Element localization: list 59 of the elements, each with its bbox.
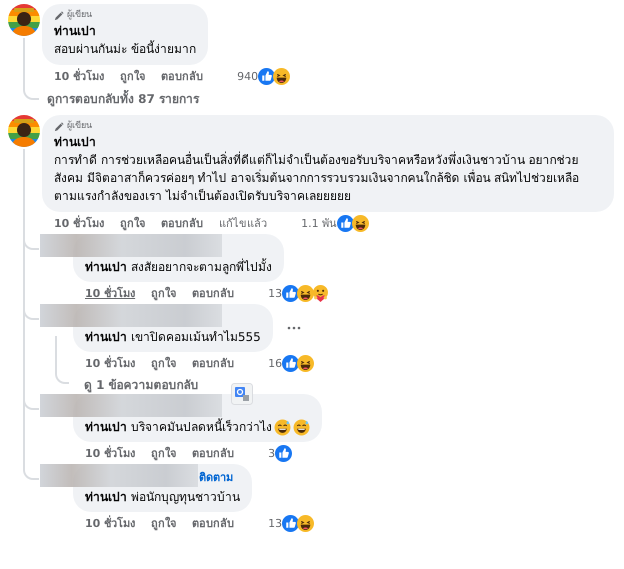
reaction-count[interactable]: 940: [237, 70, 258, 82]
comment-text: การทำดี การช่วยเหลือคนอื่นเป็นสิ่งที่ดีแต่ก็ไม่จำเป็นต้องขอรับบริจาคหรือหวังพึ่งเงินชาวบ้าน อยากช่วยสังคม มีจิตอาสาก็ควรค่อยๆ ทำไป อาจเริ่มต้นจากการรวบรวมเงินจากคนใกล้ชิด เพื่อน สนิทไปช่วยเหลือตามแรงกำลังของเรา ไม่จำเป็นต้องเปิดรับบริจาคเลยยยยย: [54, 151, 580, 205]
view-replies-link[interactable]: ดูการตอบกลับทั้ง 87 รายการ: [47, 88, 200, 108]
reaction-count[interactable]: 16: [268, 356, 282, 370]
reply-link[interactable]: ตอบกลับ: [192, 444, 234, 462]
reply-link[interactable]: ตอบกลับ: [161, 214, 204, 232]
laughing-face-icon: [297, 284, 314, 302]
more-options-icon[interactable]: [286, 326, 301, 330]
timestamp-link[interactable]: 10 ชั่วโมง: [85, 284, 136, 302]
like-link[interactable]: ถูกใจ: [120, 214, 146, 232]
comment-text: สอบผ่านกันม่ะ ข้อนี้ง่ายมาก: [54, 40, 196, 58]
laughing-face-icon: [352, 214, 370, 232]
laughing-face-icon: [297, 354, 314, 372]
thumbs-up-icon: [275, 444, 292, 462]
pencil-icon: [54, 122, 64, 132]
pencil-icon: [54, 10, 64, 20]
sweat-smile-icon: [274, 418, 291, 436]
sweat-smile-icon: [292, 418, 310, 436]
reply-link[interactable]: ตอบกลับ: [161, 67, 204, 85]
thread-connector: [55, 336, 69, 384]
author-label: ผู้เขียน: [67, 120, 92, 133]
author-label: ผู้เขียน: [67, 9, 92, 22]
like-link[interactable]: ถูกใจ: [151, 514, 176, 532]
reaction-count[interactable]: 3: [268, 446, 276, 460]
thumbs-up-icon: [337, 214, 354, 232]
reaction-count[interactable]: 13: [268, 286, 282, 300]
reply-link[interactable]: ตอบกลับ: [192, 284, 234, 302]
laughing-face-icon: [297, 514, 314, 532]
like-link[interactable]: ถูกใจ: [151, 354, 176, 372]
reply-link[interactable]: ตอบกลับ: [192, 354, 234, 372]
author-name[interactable]: ท่านเปา: [54, 133, 602, 151]
hugging-face-icon: [312, 284, 330, 302]
comment-text: ท่านเปา เขาปิดคอมเม้นทำไม555: [85, 329, 261, 346]
thumbs-up-icon: [282, 284, 300, 302]
avatar[interactable]: [8, 4, 40, 36]
reply-link[interactable]: ตอบกลับ: [192, 514, 234, 532]
author-name[interactable]: ท่านเปา: [54, 22, 196, 40]
like-link[interactable]: ถูกใจ: [120, 67, 146, 85]
timestamp-link[interactable]: 10 ชั่วโมง: [85, 444, 136, 462]
comment-text: ท่านเปา พ่อนักบุญทุนชาวบ้าน: [85, 489, 240, 506]
like-link[interactable]: ถูกใจ: [151, 284, 176, 302]
comment-text: ท่านเปา บริจาคมันปลดหนี้เร็วกว่าไง: [85, 418, 272, 436]
follow-link[interactable]: ติดตาม: [199, 469, 233, 487]
timestamp-link[interactable]: 10 ชั่วโมง: [85, 354, 136, 372]
translate-icon[interactable]: [231, 383, 253, 405]
reaction-count[interactable]: 13: [268, 516, 282, 530]
avatar[interactable]: [8, 115, 40, 147]
laughing-face-icon: [273, 68, 290, 84]
timestamp-link[interactable]: 10 ชั่วโมง: [54, 214, 104, 232]
view-replies-link[interactable]: ดู 1 ข้อความตอบกลับ: [84, 374, 199, 394]
timestamp-link[interactable]: 10 ชั่วโมง: [85, 514, 136, 532]
reaction-count[interactable]: 1.1 พัน: [301, 214, 338, 232]
thumbs-up-icon: [258, 68, 276, 84]
timestamp-link[interactable]: 10 ชั่วโมง: [54, 67, 104, 85]
thumbs-up-icon: [282, 514, 300, 532]
edited-label: แก้ไขแล้ว: [219, 216, 268, 232]
thumbs-up-icon: [282, 354, 300, 372]
like-link[interactable]: ถูกใจ: [151, 444, 176, 462]
comment-text: ท่านเปา สงสัยอยากจะตามลูกพี่ไปมั้ง: [85, 258, 272, 276]
